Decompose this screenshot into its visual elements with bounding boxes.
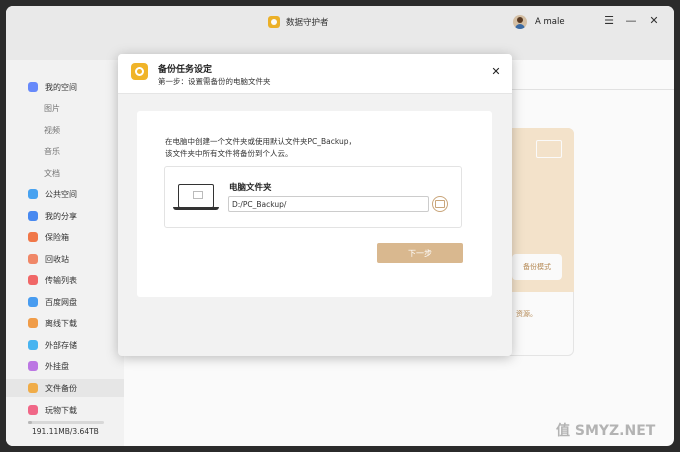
backup-logo-icon [131, 63, 148, 80]
app-window: 数据守护者 A male ☰ — ✕ 我的空间 图片 视频 音乐 文档 公共空间 我的分享保… [6, 6, 674, 446]
watermark: 值 SMYZ.NET [556, 423, 656, 439]
laptop-base-icon [173, 207, 219, 210]
description-line-1: 在电脑中创建一个文件夹或使用默认文件夹PC_Backup， [165, 137, 356, 146]
laptop-icon [178, 184, 214, 208]
dialog-title: 备份任务设定 [158, 65, 213, 75]
folder-title: 电脑文件夹 [229, 183, 272, 193]
dialog-body: 在电脑中创建一个文件夹或使用默认文件夹PC_Backup， 该文件夹中所有文件将… [137, 111, 492, 297]
next-step-button[interactable]: 下一步 [377, 243, 463, 263]
dialog-header: 备份任务设定 第一步：设置需备份的电脑文件夹 ✕ [118, 54, 512, 94]
folder-path-input[interactable] [228, 196, 429, 212]
dialog-step: 第一步：设置需备份的电脑文件夹 [158, 77, 271, 86]
description-line-2: 该文件夹中所有文件将备份到个人云。 [165, 149, 293, 158]
browse-folder-icon[interactable] [432, 196, 448, 212]
dialog-close-icon[interactable]: ✕ [490, 66, 502, 78]
folder-card: 电脑文件夹 [164, 166, 462, 228]
backup-task-dialog: 备份任务设定 第一步：设置需备份的电脑文件夹 ✕ 在电脑中创建一个文件夹或使用默… [118, 54, 512, 356]
dialog-description: 在电脑中创建一个文件夹或使用默认文件夹PC_Backup， 该文件夹中所有文件将… [165, 136, 356, 160]
